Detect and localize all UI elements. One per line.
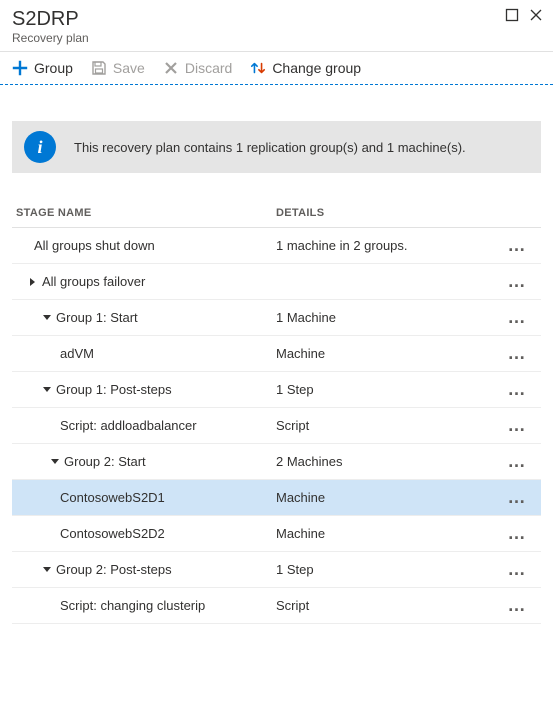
close-icon[interactable] — [529, 8, 543, 22]
discard-icon — [163, 60, 179, 76]
caret-down-icon[interactable] — [42, 386, 52, 394]
col-stage: STAGE NAME — [16, 207, 276, 219]
row-more-button[interactable]: … — [497, 595, 537, 616]
stage-cell: Group 2: Start — [16, 454, 276, 469]
discard-label: Discard — [185, 60, 232, 76]
details-cell: 1 Machine — [276, 310, 497, 325]
row-more-button[interactable]: … — [497, 379, 537, 400]
details-cell: Machine — [276, 526, 497, 541]
stage-cell: ContosowebS2D1 — [16, 490, 276, 505]
stage-label: Group 2: Start — [64, 454, 146, 469]
stage-label: All groups shut down — [34, 238, 155, 253]
swap-icon — [250, 60, 266, 76]
row-more-button[interactable]: … — [497, 235, 537, 256]
details-cell: Machine — [276, 490, 497, 505]
row-more-button[interactable]: … — [497, 487, 537, 508]
save-label: Save — [113, 60, 145, 76]
info-icon: i — [24, 131, 56, 163]
row-more-button[interactable]: … — [497, 271, 537, 292]
stage-label: Group 1: Start — [56, 310, 138, 325]
save-icon — [91, 60, 107, 76]
table-header: STAGE NAME DETAILS — [12, 199, 541, 228]
row-more-button[interactable]: … — [497, 523, 537, 544]
stage-label: ContosowebS2D2 — [60, 526, 165, 541]
table-row[interactable]: Script: changing clusterip Script… — [12, 588, 541, 624]
stage-label: Group 1: Post-steps — [56, 382, 172, 397]
table-row[interactable]: Script: addloadbalancer Script… — [12, 408, 541, 444]
table-row[interactable]: ContosowebS2D1 Machine… — [12, 480, 541, 516]
row-more-button[interactable]: … — [497, 343, 537, 364]
table-row[interactable]: ContosowebS2D2 Machine… — [12, 516, 541, 552]
table-row[interactable]: Group 2: Post-steps 1 Step… — [12, 552, 541, 588]
blade-header: S2DRP Recovery plan — [0, 0, 553, 52]
stage-label: ContosowebS2D1 — [60, 490, 165, 505]
page-title: S2DRP — [12, 8, 541, 31]
discard-button[interactable]: Discard — [163, 60, 232, 76]
stage-label: All groups failover — [42, 274, 145, 289]
caret-down-icon[interactable] — [42, 314, 52, 322]
details-cell: Script — [276, 598, 497, 613]
details-cell: 2 Machines — [276, 454, 497, 469]
info-text: This recovery plan contains 1 replicatio… — [74, 140, 466, 155]
add-group-button[interactable]: Group — [12, 60, 73, 76]
stage-cell: All groups failover — [16, 274, 276, 289]
stage-cell: Script: changing clusterip — [16, 598, 276, 613]
stage-label: Script: addloadbalancer — [60, 418, 197, 433]
details-cell: Script — [276, 418, 497, 433]
plus-icon — [12, 60, 28, 76]
stage-label: Group 2: Post-steps — [56, 562, 172, 577]
caret-right-icon[interactable] — [28, 277, 38, 287]
row-more-button[interactable]: … — [497, 559, 537, 580]
stage-cell: Script: addloadbalancer — [16, 418, 276, 433]
page-subtitle: Recovery plan — [12, 31, 541, 45]
table-row[interactable]: adVM Machine… — [12, 336, 541, 372]
details-cell: 1 Step — [276, 382, 497, 397]
table-row[interactable]: All groups shut down 1 machine in 2 group… — [12, 228, 541, 264]
change-group-button[interactable]: Change group — [250, 60, 361, 76]
maximize-icon[interactable] — [505, 8, 519, 22]
row-more-button[interactable]: … — [497, 451, 537, 472]
col-details: DETAILS — [276, 207, 497, 219]
stages-table: STAGE NAME DETAILS All groups shut down 1… — [0, 199, 553, 624]
info-banner: i This recovery plan contains 1 replicat… — [12, 121, 541, 173]
stage-cell: Group 2: Post-steps — [16, 562, 276, 577]
table-row[interactable]: Group 1: Start 1 Machine… — [12, 300, 541, 336]
toolbar: Group Save Discard Change group — [0, 52, 553, 85]
row-more-button[interactable]: … — [497, 415, 537, 436]
stage-cell: adVM — [16, 346, 276, 361]
save-button[interactable]: Save — [91, 60, 145, 76]
stage-cell: Group 1: Start — [16, 310, 276, 325]
caret-down-icon[interactable] — [42, 566, 52, 574]
row-more-button[interactable]: … — [497, 307, 537, 328]
details-cell: 1 Step — [276, 562, 497, 577]
table-row[interactable]: All groups failover … — [12, 264, 541, 300]
stage-cell: ContosowebS2D2 — [16, 526, 276, 541]
stage-label: adVM — [60, 346, 94, 361]
table-row[interactable]: Group 1: Post-steps 1 Step… — [12, 372, 541, 408]
caret-down-icon[interactable] — [50, 458, 60, 466]
stage-cell: All groups shut down — [16, 238, 276, 253]
stage-cell: Group 1: Post-steps — [16, 382, 276, 397]
details-cell: Machine — [276, 346, 497, 361]
change-group-label: Change group — [272, 60, 361, 76]
table-row[interactable]: Group 2: Start 2 Machines… — [12, 444, 541, 480]
details-cell: 1 machine in 2 groups. — [276, 238, 497, 253]
stage-label: Script: changing clusterip — [60, 598, 205, 613]
group-label: Group — [34, 60, 73, 76]
